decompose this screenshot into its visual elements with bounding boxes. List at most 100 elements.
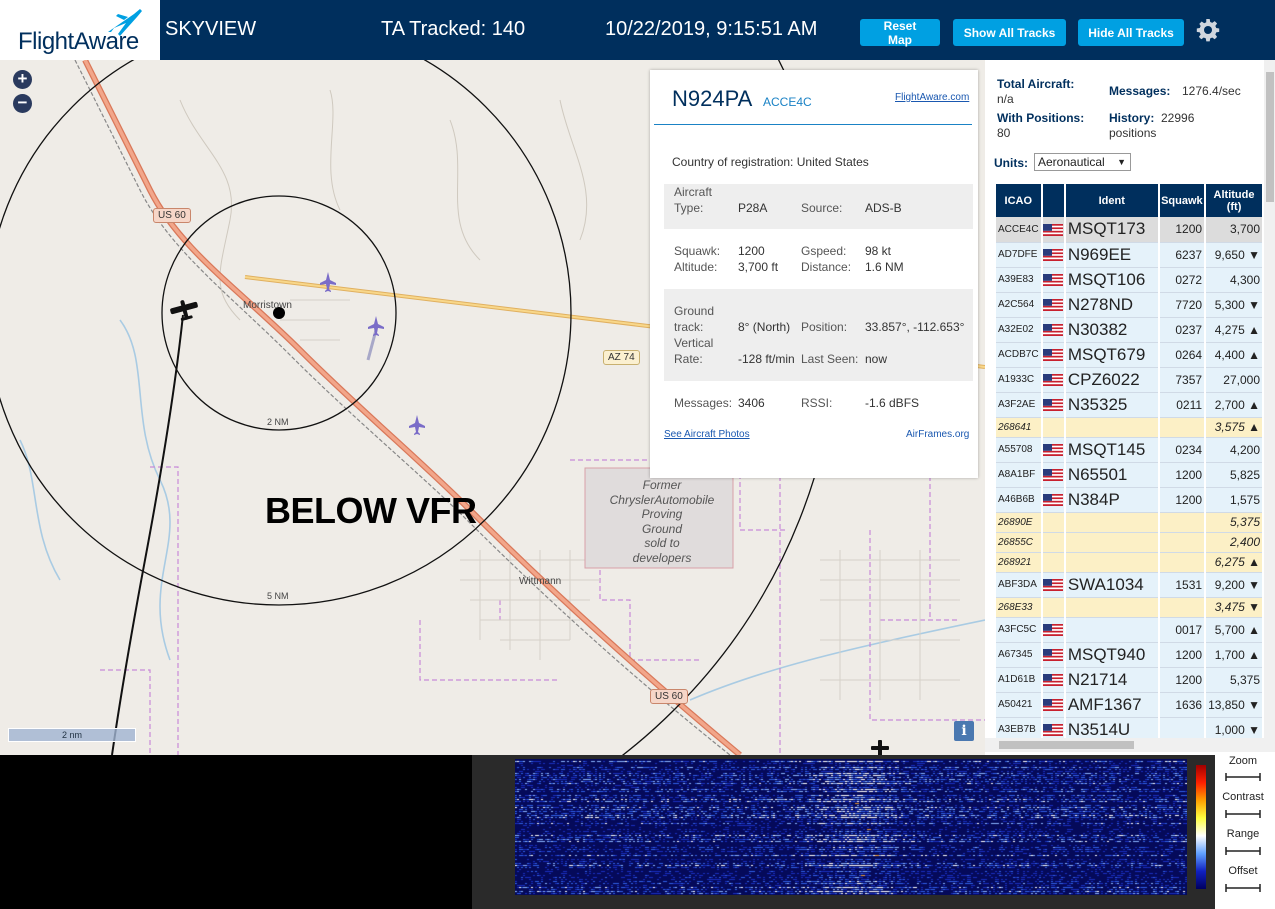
cell-ident: MSQT145: [1064, 437, 1160, 463]
cell-icao: A55708: [996, 437, 1043, 463]
town-morristown: Morristown: [243, 300, 292, 311]
col-header-altitude[interactable]: Altitude (ft): [1205, 184, 1264, 217]
us60-shield-bottom: US 60: [650, 689, 688, 704]
table-row[interactable]: A1933C CPZ6022 7357 27,000: [996, 367, 1264, 393]
info-icon[interactable]: i: [954, 721, 974, 741]
cell-flag: [1041, 317, 1066, 343]
cell-ident: N384P: [1064, 487, 1160, 513]
table-row[interactable]: A8A1BF N65501 1200 5,825: [996, 462, 1264, 488]
table-row[interactable]: A67345 MSQT940 1200 1,700 ▲: [996, 642, 1264, 668]
us-flag-icon: [1043, 494, 1063, 507]
history-value: 22996: [1161, 111, 1195, 125]
range-control-label: Range: [1226, 828, 1260, 840]
country-row: Country of registration: United States: [672, 155, 869, 169]
table-row[interactable]: 26855C 2,400: [996, 532, 1264, 553]
units-select[interactable]: Aeronautical ▼: [1034, 153, 1131, 171]
waterfall-display[interactable]: [515, 759, 1187, 895]
contrast-slider[interactable]: [1225, 809, 1261, 819]
table-row[interactable]: ABF3DA SWA1034 1531 9,200 ▼: [996, 572, 1264, 598]
cell-flag: [1041, 642, 1066, 668]
cell-ident: N35325: [1064, 392, 1160, 418]
cell-squawk: 1200: [1158, 217, 1207, 243]
table-row[interactable]: ACCE4C MSQT173 1200 3,700: [996, 217, 1264, 243]
altitude-value: 3,700 ft: [738, 260, 779, 274]
last-seen-label: Last Seen:: [801, 352, 859, 366]
us-flag-icon: [1043, 624, 1063, 637]
gear-icon[interactable]: [1196, 18, 1220, 42]
source-label: Source:: [801, 201, 843, 215]
vert-label-2: Rate:: [674, 352, 703, 366]
col-header-icao[interactable]: ICAO: [996, 184, 1043, 217]
reset-map-button[interactable]: Reset Map: [860, 19, 940, 47]
table-row[interactable]: A1D61B N21714 1200 5,375: [996, 667, 1264, 693]
cell-altitude: 4,200: [1205, 437, 1264, 463]
cell-flag: [1041, 487, 1066, 513]
aircraft-table: ICAO Ident Squawk Altitude (ft) ACCE4C MS…: [996, 184, 1264, 743]
zoom-slider[interactable]: [1225, 772, 1261, 782]
table-row[interactable]: 268921 6,275 ▲: [996, 552, 1264, 573]
col-header-flag[interactable]: [1041, 184, 1066, 217]
units-value: Aeronautical: [1038, 155, 1105, 169]
col-header-ident[interactable]: Ident: [1064, 184, 1160, 217]
zoom-in-button[interactable]: +: [13, 70, 32, 89]
cell-altitude: 5,825: [1205, 462, 1264, 488]
table-row[interactable]: ACDB7C MSQT679 0264 4,400 ▲: [996, 342, 1264, 368]
show-all-tracks-button[interactable]: Show All Tracks: [953, 19, 1066, 46]
col-header-squawk[interactable]: Squawk: [1158, 184, 1207, 217]
table-row[interactable]: A55708 MSQT145 0234 4,200: [996, 437, 1264, 463]
rssi-value: -1.6 dBFS: [865, 396, 920, 410]
squawk-value: 1200: [738, 244, 765, 258]
total-aircraft-label: Total Aircraft:: [997, 77, 1075, 91]
zoom-out-button[interactable]: −: [13, 94, 32, 113]
with-positions-label: With Positions:: [997, 111, 1085, 125]
sidebar-vertical-scrollbar[interactable]: [1264, 60, 1275, 740]
ring-label-2nm: 2 NM: [267, 417, 289, 427]
skyview-app: FlightAware SKYVIEW TA Tracked: 140 10/2…: [0, 0, 1275, 909]
altitude-label: Altitude:: [674, 260, 718, 274]
vertical-scroll-thumb[interactable]: [1266, 72, 1274, 202]
table-row[interactable]: A50421 AMF1367 1636 13,850 ▼: [996, 692, 1264, 718]
range-slider[interactable]: [1225, 846, 1261, 856]
aircraft-photos-link[interactable]: See Aircraft Photos: [664, 429, 750, 440]
table-row[interactable]: A39E83 MSQT106 0272 4,300: [996, 267, 1264, 293]
zoom-control-label: Zoom: [1228, 755, 1258, 767]
cell-altitude: 5,300 ▼: [1205, 292, 1264, 318]
table-row[interactable]: 268E33 3,475 ▼: [996, 597, 1264, 618]
cell-flag: [1041, 392, 1066, 418]
table-row[interactable]: AD7DFE N969EE 6237 9,650 ▼: [996, 242, 1264, 268]
cell-flag: [1041, 552, 1066, 573]
flightaware-link[interactable]: FlightAware.com: [895, 92, 969, 103]
cell-ident: MSQT173: [1064, 217, 1160, 243]
altitude-header-line2: (ft): [1226, 200, 1242, 213]
us60-shield-top: US 60: [153, 208, 191, 223]
cell-altitude: 1,700 ▲: [1205, 642, 1264, 668]
sidebar-horizontal-scrollbar[interactable]: [985, 738, 1275, 752]
flightaware-logo[interactable]: FlightAware: [0, 0, 160, 60]
selected-aircraft-panel: N924PA ACCE4C FlightAware.com Country of…: [650, 70, 978, 478]
cell-altitude: 2,700 ▲: [1205, 392, 1264, 418]
cell-squawk: [1158, 512, 1207, 533]
table-row[interactable]: A3F2AE N35325 0211 2,700 ▲: [996, 392, 1264, 418]
offset-slider[interactable]: [1225, 883, 1261, 893]
airframes-link[interactable]: AirFrames.org: [906, 429, 969, 440]
horizontal-scroll-thumb[interactable]: [999, 741, 1134, 749]
hide-all-tracks-button[interactable]: Hide All Tracks: [1078, 19, 1184, 46]
squawk-block: Squawk: 1200 Gspeed: 98 kt Altitude: 3,7…: [664, 236, 973, 286]
proving-line-1: Former: [642, 478, 682, 492]
us-flag-icon: [1043, 374, 1063, 387]
cell-ident: MSQT940: [1064, 642, 1160, 668]
cell-ident: SWA1034: [1064, 572, 1160, 598]
cell-icao: A67345: [996, 642, 1043, 668]
table-row[interactable]: A46B6B N384P 1200 1,575: [996, 487, 1264, 513]
cell-squawk: 0211: [1158, 392, 1207, 418]
table-row[interactable]: 268641 3,575 ▲: [996, 417, 1264, 438]
cell-squawk: 7357: [1158, 367, 1207, 393]
country-value: United States: [796, 155, 869, 169]
offset-control-label: Offset: [1228, 865, 1258, 877]
last-seen-value: now: [865, 352, 888, 366]
table-row[interactable]: A3FC5C 0017 5,700 ▲: [996, 617, 1264, 643]
table-row[interactable]: A2C564 N278ND 7720 5,300 ▼: [996, 292, 1264, 318]
vert-label-1: Vertical: [674, 336, 714, 350]
table-row[interactable]: A32E02 N30382 0237 4,275 ▲: [996, 317, 1264, 343]
table-row[interactable]: 26890E 5,375: [996, 512, 1264, 533]
